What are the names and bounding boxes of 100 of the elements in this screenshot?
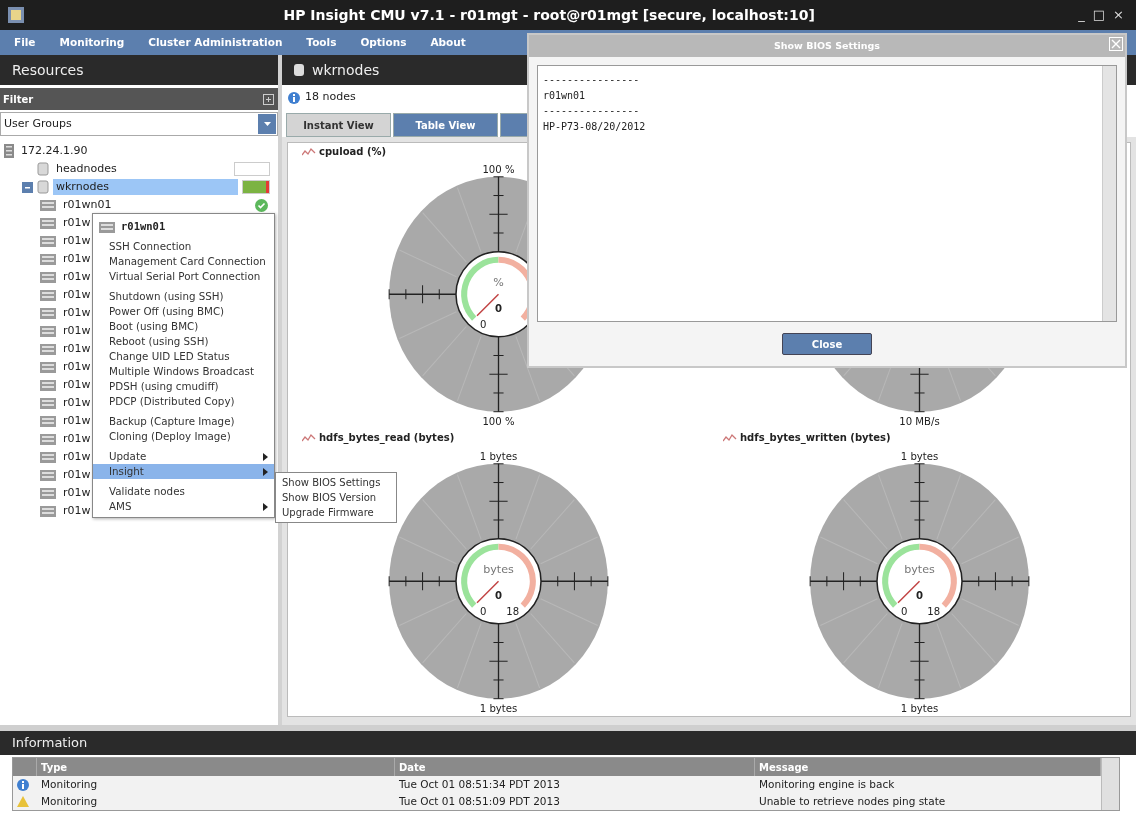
- chart-icon: [302, 433, 316, 442]
- scrollbar[interactable]: [1101, 758, 1119, 810]
- tree-item[interactable]: wkrnodes: [53, 178, 238, 196]
- dropdown-button[interactable]: [258, 114, 276, 134]
- text-line: ----------------: [543, 73, 641, 87]
- text-line: ----------------: [543, 104, 641, 118]
- gauge-needle: [476, 580, 500, 603]
- tree-item[interactable]: 172.24.1.90: [18, 142, 91, 160]
- server-icon: [40, 450, 56, 464]
- table-cell: Monitoring: [37, 776, 395, 793]
- close-button[interactable]: Close: [782, 333, 872, 355]
- window-control[interactable]: _: [1074, 5, 1089, 25]
- tree-item[interactable]: headnodes: [53, 160, 120, 178]
- window-control[interactable]: ×: [1109, 5, 1128, 25]
- tree-item[interactable]: r01w: [60, 304, 94, 322]
- filter-dropdown[interactable]: User Groups: [0, 112, 278, 136]
- scale-label: 1 bytes: [900, 450, 939, 462]
- chart-icon: [302, 146, 316, 156]
- menu-item[interactable]: Monitoring: [59, 34, 125, 51]
- gauge-needle: [897, 580, 921, 603]
- menu-item[interactable]: About: [430, 34, 466, 51]
- server-icon: [40, 216, 56, 230]
- menu-item[interactable]: Update: [93, 449, 274, 464]
- text-line: HP-P73-08/20/2012: [543, 119, 647, 134]
- table-cell: Monitoring engine is back: [755, 776, 1101, 793]
- node-count: 18 nodes: [305, 89, 356, 106]
- panel-title: wkrnodes: [312, 60, 380, 80]
- tree-item[interactable]: r01wn01: [60, 196, 115, 214]
- server-icon: [40, 198, 56, 212]
- group-icon: [294, 63, 304, 77]
- scale-label: 1 bytes: [900, 702, 939, 714]
- server-icon: [99, 220, 115, 234]
- text-area[interactable]: ---------------- r01wn01 ---------------- HP-P73-08/20/2012: [537, 65, 1117, 322]
- server-icon: [40, 306, 56, 320]
- menu-item[interactable]: File: [14, 34, 36, 51]
- menu-item[interactable]: Show BIOS Settings: [276, 475, 396, 490]
- menu-item[interactable]: Power Off (using BMC): [93, 304, 274, 319]
- menu-item[interactable]: Options: [360, 34, 407, 51]
- tree-item[interactable]: r01w: [60, 448, 94, 466]
- menu-item[interactable]: Cloning (Deploy Image): [93, 429, 274, 444]
- menu-item[interactable]: Backup (Capture Image): [93, 414, 274, 429]
- menu-item[interactable]: Validate nodes: [93, 484, 274, 499]
- max-label: 18: [506, 605, 520, 617]
- menu-item[interactable]: Shutdown (using SSH): [93, 289, 274, 304]
- menu-item[interactable]: Reboot (using SSH): [93, 334, 274, 349]
- tree-item[interactable]: r01w: [60, 484, 94, 502]
- tree-item[interactable]: r01w: [60, 268, 94, 286]
- menu-item[interactable]: PDSH (using cmudiff): [93, 379, 274, 394]
- collapse-icon: [22, 181, 33, 193]
- column-header: [13, 758, 37, 776]
- view-tab[interactable]: Table View: [393, 113, 498, 137]
- tree-item[interactable]: r01w: [60, 502, 94, 520]
- menu-header: r01wn01: [121, 219, 166, 235]
- tree-item[interactable]: r01w: [60, 286, 94, 304]
- panel-title: Information: [12, 734, 88, 753]
- tree-item[interactable]: r01w: [60, 214, 94, 232]
- server-icon: [40, 270, 56, 284]
- tree-item[interactable]: r01w: [60, 322, 94, 340]
- menu-item[interactable]: Management Card Connection: [93, 254, 274, 269]
- menu-item[interactable]: Insight: [93, 464, 274, 479]
- tree-item[interactable]: r01w: [60, 466, 94, 484]
- scale-label: 10 MB/s: [899, 415, 940, 427]
- table-cell: Unable to retrieve nodes ping state: [755, 793, 1101, 810]
- menu-item[interactable]: Virtual Serial Port Connection: [93, 269, 274, 284]
- menu-item[interactable]: PDCP (Distributed Copy): [93, 394, 274, 409]
- menu-item[interactable]: AMS: [93, 499, 274, 514]
- tree-item[interactable]: r01w: [60, 358, 94, 376]
- close-icon[interactable]: [1109, 37, 1123, 51]
- gauge-needle: [476, 293, 500, 317]
- tree-item[interactable]: r01w: [60, 232, 94, 250]
- server-icon: [40, 396, 56, 410]
- info-icon: [288, 91, 300, 104]
- min-label: 0: [480, 318, 487, 330]
- tree-item[interactable]: r01w: [60, 412, 94, 430]
- tree-item[interactable]: r01w: [60, 376, 94, 394]
- server-icon: [40, 486, 56, 500]
- tree-item[interactable]: r01w: [60, 430, 94, 448]
- menu-item[interactable]: SSH Connection: [93, 239, 274, 254]
- menu-item[interactable]: Boot (using BMC): [93, 319, 274, 334]
- gauge-title: hdfs_bytes_written (bytes): [740, 431, 891, 445]
- menu-item[interactable]: Cluster Administration: [148, 34, 283, 51]
- window-title: HP Insight CMU v7.1 - r01mgt - root@r01mgt [secure, localhost:10]: [282, 5, 816, 25]
- server-icon: [40, 252, 56, 266]
- table-cell: Tue Oct 01 08:51:09 PDT 2013: [395, 793, 755, 810]
- min-label: 0: [901, 605, 908, 617]
- server-icon: [40, 324, 56, 338]
- tree-item[interactable]: r01w: [60, 394, 94, 412]
- menu-item[interactable]: Show BIOS Version: [276, 490, 396, 505]
- tree-item[interactable]: r01w: [60, 340, 94, 358]
- scrollbar[interactable]: [1102, 66, 1116, 321]
- window-control[interactable]: □: [1088, 5, 1110, 25]
- tree-item[interactable]: r01w: [60, 250, 94, 268]
- menu-item[interactable]: Upgrade Firmware: [276, 505, 396, 520]
- chart-icon: [723, 433, 737, 442]
- menu-item[interactable]: Change UID LED Status: [93, 349, 274, 364]
- view-tab[interactable]: Instant View: [286, 113, 391, 137]
- menu-item[interactable]: Tools: [306, 34, 337, 51]
- caret-icon: [263, 122, 271, 126]
- menu-item[interactable]: Multiple Windows Broadcast: [93, 364, 274, 379]
- scale-label: 1 bytes: [479, 702, 518, 714]
